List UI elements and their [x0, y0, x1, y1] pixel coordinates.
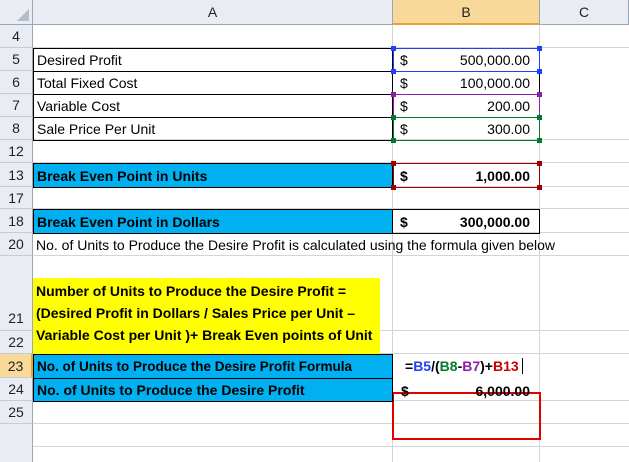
- row-header-7[interactable]: 7: [0, 94, 33, 117]
- label-desired-profit: Desired Profit: [37, 52, 122, 68]
- cell-a13[interactable]: Break Even Point in Units: [33, 163, 393, 188]
- row-header-17[interactable]: 17: [0, 187, 33, 209]
- label-result-row: No. of Units to Produce the Desire Profi…: [37, 382, 305, 398]
- label-bep-units: Break Even Point in Units: [37, 167, 208, 184]
- note-formula-intro: No. of Units to Produce the Desire Profi…: [36, 236, 556, 253]
- value-variable-cost: 200.00: [487, 98, 530, 114]
- cell-a18[interactable]: Break Even Point in Dollars: [33, 209, 393, 234]
- formula-op-plus: )+: [480, 358, 493, 374]
- cell-b8[interactable]: $300.00: [392, 117, 540, 141]
- spreadsheet: A B C 4 5 6 7 8 12 13 17 18 20 21 22 23 …: [0, 0, 629, 462]
- row-header-20[interactable]: 20: [0, 233, 33, 256]
- column-header-a[interactable]: A: [33, 0, 393, 25]
- row-header-5[interactable]: 5: [0, 48, 33, 71]
- label-sale-price: Sale Price Per Unit: [37, 121, 156, 137]
- cell-b6[interactable]: $100,000.00: [392, 71, 540, 95]
- formula-ref-b13: B13: [492, 358, 519, 374]
- row-header-25[interactable]: 25: [0, 401, 33, 424]
- cell-a5[interactable]: Desired Profit: [33, 48, 393, 72]
- currency-symbol: $: [400, 52, 408, 68]
- value-bep-units: 1,000.00: [475, 167, 531, 184]
- formula-op-divide: /(: [431, 358, 440, 374]
- formula-equals: =: [405, 358, 414, 374]
- value-sale-price: 300.00: [487, 121, 530, 137]
- value-total-fixed-cost: 100,000.00: [459, 75, 530, 91]
- formula-ref-b8: B8: [439, 358, 458, 374]
- formula-ref-b7: B7: [462, 358, 481, 374]
- currency-symbol: $: [400, 213, 408, 230]
- label-formula-row: No. of Units to Produce the Desire Profi…: [37, 359, 353, 374]
- value-bep-dollars: 300,000.00: [459, 213, 530, 230]
- cell-b24[interactable]: $6,000.00: [394, 379, 539, 402]
- select-all-triangle-icon: [17, 9, 29, 21]
- note-formula-description: Number of Units to Produce the Desire Pr…: [36, 283, 373, 343]
- cell-b18[interactable]: $300,000.00: [392, 209, 540, 234]
- row-header-18[interactable]: 18: [0, 209, 33, 233]
- currency-symbol: $: [400, 167, 408, 184]
- column-header-b[interactable]: B: [393, 0, 540, 25]
- row-header-23[interactable]: 23: [0, 354, 33, 378]
- text-cursor: [521, 358, 523, 374]
- cell-a23[interactable]: No. of Units to Produce the Desire Profi…: [33, 354, 393, 379]
- cell-a24[interactable]: No. of Units to Produce the Desire Profi…: [33, 378, 393, 402]
- value-result: 6,000.00: [475, 382, 531, 399]
- row-header-12[interactable]: 12: [0, 140, 33, 163]
- row-header-22[interactable]: 22: [0, 331, 33, 354]
- cell-b5[interactable]: $500,000.00: [392, 48, 540, 72]
- cell-b13[interactable]: $1,000.00: [392, 163, 540, 188]
- row-header-4[interactable]: 4: [0, 25, 33, 48]
- currency-symbol: $: [400, 121, 408, 137]
- currency-symbol: $: [400, 98, 408, 114]
- cell-a6[interactable]: Total Fixed Cost: [33, 71, 393, 95]
- row-header-blank: [0, 424, 33, 462]
- row-header-24[interactable]: 24: [0, 378, 33, 401]
- label-total-fixed-cost: Total Fixed Cost: [37, 75, 138, 91]
- formula-ref-b5: B5: [413, 358, 432, 374]
- cell-b7[interactable]: $200.00: [392, 94, 540, 118]
- cell-a8[interactable]: Sale Price Per Unit: [33, 117, 393, 141]
- row-header-6[interactable]: 6: [0, 71, 33, 94]
- row-header-8[interactable]: 8: [0, 117, 33, 140]
- row-header-21[interactable]: 21: [0, 256, 33, 331]
- cell-a7[interactable]: Variable Cost: [33, 94, 393, 118]
- currency-symbol: $: [400, 75, 408, 91]
- column-header-c[interactable]: C: [540, 0, 629, 25]
- value-desired-profit: 500,000.00: [459, 52, 530, 68]
- row-header-13[interactable]: 13: [0, 163, 33, 187]
- gridline: [33, 446, 629, 447]
- cell-a20[interactable]: No. of Units to Produce the Desire Profi…: [33, 233, 629, 256]
- select-all-button[interactable]: [0, 0, 33, 25]
- cell-b23-editing[interactable]: = B5/(B8- B7)+ B13: [393, 354, 540, 378]
- label-variable-cost: Variable Cost: [37, 98, 121, 114]
- gridline: [33, 423, 629, 424]
- label-bep-dollars: Break Even Point in Dollars: [37, 213, 220, 230]
- currency-symbol: $: [401, 382, 409, 399]
